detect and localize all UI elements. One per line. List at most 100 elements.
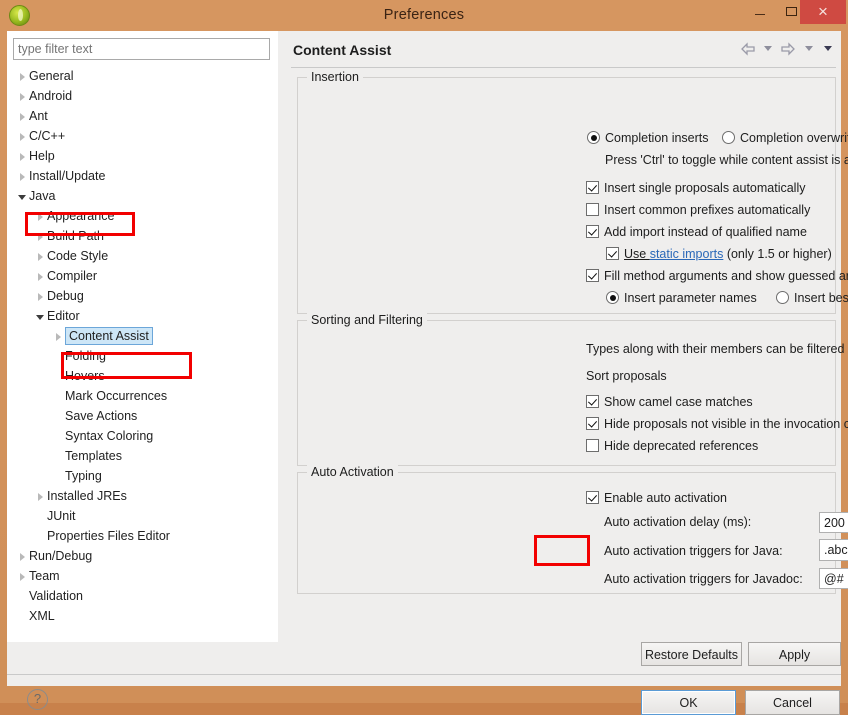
preferences-tree[interactable]: General Android Ant C/C++ Help Install/Update… xyxy=(7,66,278,642)
triangle-right-icon[interactable] xyxy=(15,167,29,187)
checkbox-hide-proposals-not-visible[interactable]: Hide proposals not visible in the invoca… xyxy=(586,416,848,432)
tree-item-validation[interactable]: Validation xyxy=(7,586,278,606)
tree-item-typing[interactable]: Typing xyxy=(7,466,278,486)
triangle-right-icon[interactable] xyxy=(33,287,47,307)
triangle-right-icon[interactable] xyxy=(15,107,29,127)
tree-item-mark-occurrences[interactable]: Mark Occurrences xyxy=(7,386,278,406)
tree-item-templates[interactable]: Templates xyxy=(7,446,278,466)
checkbox-fill-method-arguments[interactable]: Fill method arguments and show guessed a… xyxy=(586,268,848,284)
tree-item-label: Typing xyxy=(65,469,102,483)
back-arrow-icon[interactable] xyxy=(740,42,756,56)
footer-divider xyxy=(7,674,841,675)
checkbox-fill-method-arguments-indicator xyxy=(586,269,599,282)
tree-item-code-style[interactable]: Code Style xyxy=(7,246,278,266)
triangle-right-icon[interactable] xyxy=(15,67,29,87)
checkbox-hide-deprecated-references[interactable]: Hide deprecated references xyxy=(586,438,758,454)
checkbox-hide-deprecated-references-indicator xyxy=(586,439,599,452)
minimize-button[interactable] xyxy=(745,0,775,24)
tree-item-label: Install/Update xyxy=(29,169,106,183)
auto-activation-java-input[interactable] xyxy=(819,539,848,561)
radio-completion-overwrites-indicator xyxy=(722,131,735,144)
tree-item-syntax-coloring[interactable]: Syntax Coloring xyxy=(7,426,278,446)
tree-item-ant[interactable]: Ant xyxy=(7,106,278,126)
tree-item-label: Java xyxy=(29,189,56,203)
triangle-down-icon[interactable] xyxy=(15,187,29,207)
checkbox-insert-single-proposals[interactable]: Insert single proposals automatically xyxy=(586,180,806,196)
tree-item-c-c[interactable]: C/C++ xyxy=(7,126,278,146)
triangle-right-icon[interactable] xyxy=(15,147,29,167)
view-menu-icon[interactable] xyxy=(824,46,832,52)
forward-arrow-icon[interactable] xyxy=(780,42,796,56)
tree-item-installed-jres[interactable]: Installed JREs xyxy=(7,486,278,506)
tree-item-run-debug[interactable]: Run/Debug xyxy=(7,546,278,566)
tree-item-hovers[interactable]: Hovers xyxy=(7,366,278,386)
auto-activation-delay-label: Auto activation delay (ms): xyxy=(604,515,752,529)
triangle-right-icon[interactable] xyxy=(33,267,47,287)
checkbox-hide-proposals-not-visible-indicator xyxy=(586,417,599,430)
checkbox-enable-auto-activation[interactable]: Enable auto activation xyxy=(586,490,727,506)
filter-input[interactable] xyxy=(13,38,270,60)
triangle-right-icon[interactable] xyxy=(33,207,47,227)
tree-item-install-update[interactable]: Install/Update xyxy=(7,166,278,186)
radio-completion-overwrites[interactable]: Completion overwrites xyxy=(722,130,848,146)
radio-completion-overwrites-label: Completion overwrites xyxy=(740,131,848,145)
tree-item-android[interactable]: Android xyxy=(7,86,278,106)
checkbox-insert-common-prefixes[interactable]: Insert common prefixes automatically xyxy=(586,202,810,218)
tree-item-appearance[interactable]: Appearance xyxy=(7,206,278,226)
auto-activation-group-title: Auto Activation xyxy=(307,465,398,479)
back-dropdown-icon[interactable] xyxy=(763,46,772,52)
checkbox-add-import[interactable]: Add import instead of qualified name xyxy=(586,224,807,240)
page-header: Content Assist xyxy=(291,39,836,67)
tree-item-build-path[interactable]: Build Path xyxy=(7,226,278,246)
radio-completion-inserts[interactable]: Completion inserts xyxy=(587,130,709,146)
checkbox-add-import-indicator xyxy=(586,225,599,238)
tree-item-label: Templates xyxy=(65,449,122,463)
triangle-right-icon[interactable] xyxy=(15,127,29,147)
radio-insert-parameter-names[interactable]: Insert parameter names xyxy=(606,290,757,306)
triangle-right-icon[interactable] xyxy=(33,227,47,247)
tree-item-save-actions[interactable]: Save Actions xyxy=(7,406,278,426)
triangle-right-icon[interactable] xyxy=(33,247,47,267)
tree-item-general[interactable]: General xyxy=(7,66,278,86)
radio-completion-inserts-label: Completion inserts xyxy=(605,131,709,145)
triangle-right-icon[interactable] xyxy=(15,87,29,107)
checkbox-show-camel-case-matches-indicator xyxy=(586,395,599,408)
tree-item-junit[interactable]: JUnit xyxy=(7,506,278,526)
checkbox-hide-deprecated-references-label: Hide deprecated references xyxy=(604,439,759,453)
checkbox-fill-method-arguments-label: Fill method arguments and show guessed a… xyxy=(604,269,848,283)
tree-item-properties-files-editor[interactable]: Properties Files Editor xyxy=(7,526,278,546)
triangle-right-icon[interactable] xyxy=(15,567,29,587)
tree-item-xml[interactable]: XML xyxy=(7,606,278,626)
auto-activation-javadoc-input[interactable] xyxy=(819,568,848,589)
tree-item-content-assist[interactable]: Content Assist xyxy=(7,326,278,346)
triangle-right-icon[interactable] xyxy=(33,487,47,507)
close-button[interactable] xyxy=(800,0,846,24)
sort-proposals-label: Sort proposals xyxy=(586,369,667,383)
triangle-right-icon[interactable] xyxy=(15,547,29,567)
triangle-right-icon[interactable] xyxy=(51,327,65,347)
page-title: Content Assist xyxy=(293,42,392,58)
tree-item-debug[interactable]: Debug xyxy=(7,286,278,306)
checkbox-use-static-imports[interactable]: Use static imports (only 1.5 or higher) xyxy=(606,246,832,262)
auto-activation-delay-input[interactable] xyxy=(819,512,848,533)
restore-defaults-button[interactable]: Restore Defaults xyxy=(641,642,742,666)
forward-dropdown-icon[interactable] xyxy=(804,46,813,52)
checkbox-show-camel-case-matches[interactable]: Show camel case matches xyxy=(586,394,753,410)
tree-item-help[interactable]: Help xyxy=(7,146,278,166)
radio-insert-best-guessed-arguments[interactable]: Insert best guessed arguments xyxy=(776,290,848,306)
tree-item-label: Editor xyxy=(47,309,80,323)
tree-item-label: Save Actions xyxy=(65,409,138,423)
checkbox-insert-common-prefixes-label: Insert common prefixes automatically xyxy=(604,203,811,217)
checkbox-enable-auto-activation-label: Enable auto activation xyxy=(604,491,728,505)
apply-button[interactable]: Apply xyxy=(748,642,841,666)
tree-item-java[interactable]: Java xyxy=(7,186,278,206)
tree-item-folding[interactable]: Folding xyxy=(7,346,278,366)
radio-insert-parameter-names-indicator xyxy=(606,291,619,304)
checkbox-show-camel-case-matches-label: Show camel case matches xyxy=(604,395,753,409)
triangle-down-icon[interactable] xyxy=(33,307,47,327)
tree-item-editor[interactable]: Editor xyxy=(7,306,278,326)
tree-item-team[interactable]: Team xyxy=(7,566,278,586)
static-imports-link[interactable]: static imports xyxy=(650,247,724,261)
tree-item-compiler[interactable]: Compiler xyxy=(7,266,278,286)
help-icon[interactable]: ? xyxy=(27,689,48,710)
